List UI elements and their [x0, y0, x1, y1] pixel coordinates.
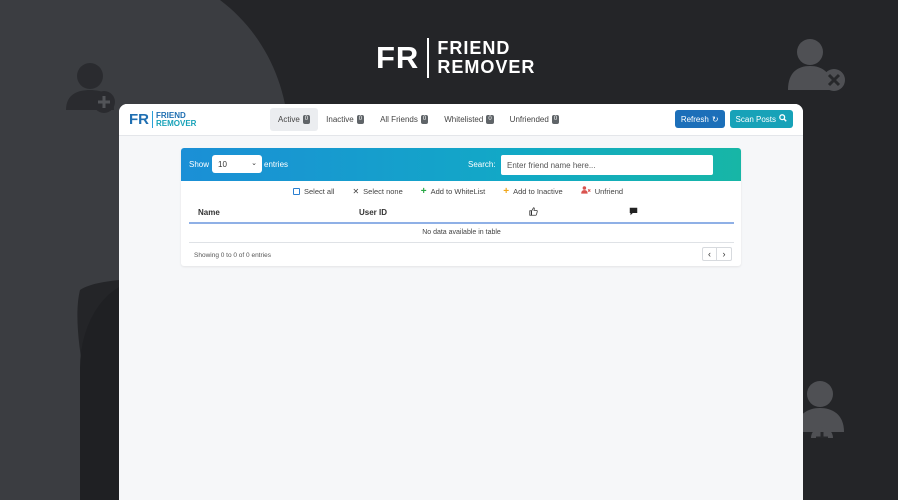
table-row: No data available in table [189, 223, 734, 243]
select-none-button[interactable]: ✕ Select none [352, 186, 402, 196]
select-all-label: Select all [304, 186, 335, 196]
previous-page-button[interactable]: ‹ [702, 247, 717, 261]
logo-line2: REMOVER [437, 57, 536, 77]
tab-label: Unfriended [509, 115, 549, 124]
unfriend-button[interactable]: Unfriend [580, 186, 624, 196]
add-to-whitelist-button[interactable]: + Add to WhiteList [421, 186, 485, 196]
add-to-inactive-button[interactable]: + Add to Inactive [503, 186, 562, 196]
page-length-value: 10 [218, 159, 227, 169]
brand-divider [152, 111, 153, 128]
page-length-select[interactable]: 10 ⌄ [212, 155, 262, 173]
close-icon: ✕ [352, 186, 360, 196]
tab-label: Inactive [326, 115, 354, 124]
refresh-icon: ↻ [711, 114, 719, 124]
table-controls: Show 10 ⌄ entries Search: [181, 148, 741, 181]
count-badge: 0 [486, 115, 494, 124]
table-header-row: Name User ID [189, 203, 734, 224]
tab-bar: Active 0 Inactive 0 All Friends 0 Whitel… [270, 108, 567, 131]
select-all-button[interactable]: Select all [293, 186, 334, 196]
tab-active[interactable]: Active 0 [270, 108, 319, 131]
brand-line2: REMOVER [156, 118, 197, 128]
show-label: Show [189, 160, 210, 169]
logo-line1: FRIEND [437, 38, 511, 58]
tab-label: Whitelisted [444, 115, 484, 124]
plus-icon: + [420, 185, 427, 197]
count-badge: 0 [420, 115, 429, 124]
logo-words: FRIEND REMOVER [437, 39, 535, 77]
chevron-down-icon: ⌄ [251, 160, 257, 167]
thumbs-up-icon [529, 207, 538, 218]
friends-table: Name User ID No data available in table [189, 203, 734, 243]
tab-label: Active [278, 115, 300, 124]
refresh-button[interactable]: Refresh ↻ [674, 110, 725, 128]
friends-table-card: Show 10 ⌄ entries Search: Select all ✕ S… [181, 148, 741, 266]
app-window: FR FRIEND REMOVER Active 0 Inactive 0 Al… [119, 104, 803, 500]
top-logo: FR FRIEND REMOVER [376, 38, 535, 78]
empty-table-message: No data available in table [189, 223, 734, 243]
user-add-icon [62, 58, 122, 118]
entries-label: entries [264, 160, 289, 169]
column-comments[interactable] [620, 203, 734, 224]
select-none-label: Select none [363, 186, 403, 196]
count-badge: 0 [356, 115, 365, 124]
search-input[interactable] [501, 155, 713, 175]
brand-words: FRIEND REMOVER [156, 111, 197, 128]
comment-icon [629, 207, 638, 218]
brand-logo: FR FRIEND REMOVER [129, 111, 196, 128]
next-page-button[interactable]: › [717, 247, 732, 261]
brand-initials: FR [129, 111, 149, 128]
search-label: Search: [468, 160, 496, 169]
tab-inactive[interactable]: Inactive 0 [318, 108, 372, 131]
tab-unfriended[interactable]: Unfriended 0 [502, 108, 567, 131]
navbar: FR FRIEND REMOVER Active 0 Inactive 0 Al… [119, 104, 803, 136]
tab-label: All Friends [380, 115, 418, 124]
logo-initials: FR [376, 40, 420, 75]
checkbox-icon [293, 187, 300, 195]
table-info: Showing 0 to 0 of 0 entries [194, 252, 271, 259]
bulk-actions: Select all ✕ Select none + Add to WhiteL… [293, 186, 623, 196]
scan-label: Scan Posts [735, 114, 776, 124]
user-remove-icon [786, 36, 846, 96]
add-inactive-label: Add to Inactive [513, 186, 563, 196]
column-likes[interactable] [520, 203, 620, 224]
count-badge: 0 [551, 115, 560, 124]
tab-whitelisted[interactable]: Whitelisted 0 [436, 108, 501, 131]
tab-all-friends[interactable]: All Friends 0 [372, 108, 436, 131]
search-icon [779, 114, 787, 124]
count-badge: 0 [302, 115, 311, 124]
unfriend-label: Unfriend [594, 186, 624, 196]
column-user-id[interactable]: User ID [350, 203, 520, 224]
logo-divider [427, 38, 430, 78]
column-name[interactable]: Name [189, 203, 350, 224]
pagination: ‹ › [702, 247, 732, 261]
toolbar: Refresh ↻ Scan Posts [674, 110, 793, 128]
scan-posts-button[interactable]: Scan Posts [729, 110, 793, 128]
refresh-label: Refresh [680, 114, 709, 124]
plus-icon: + [503, 185, 510, 197]
add-whitelist-label: Add to WhiteList [430, 186, 486, 196]
user-remove-icon [580, 186, 591, 196]
